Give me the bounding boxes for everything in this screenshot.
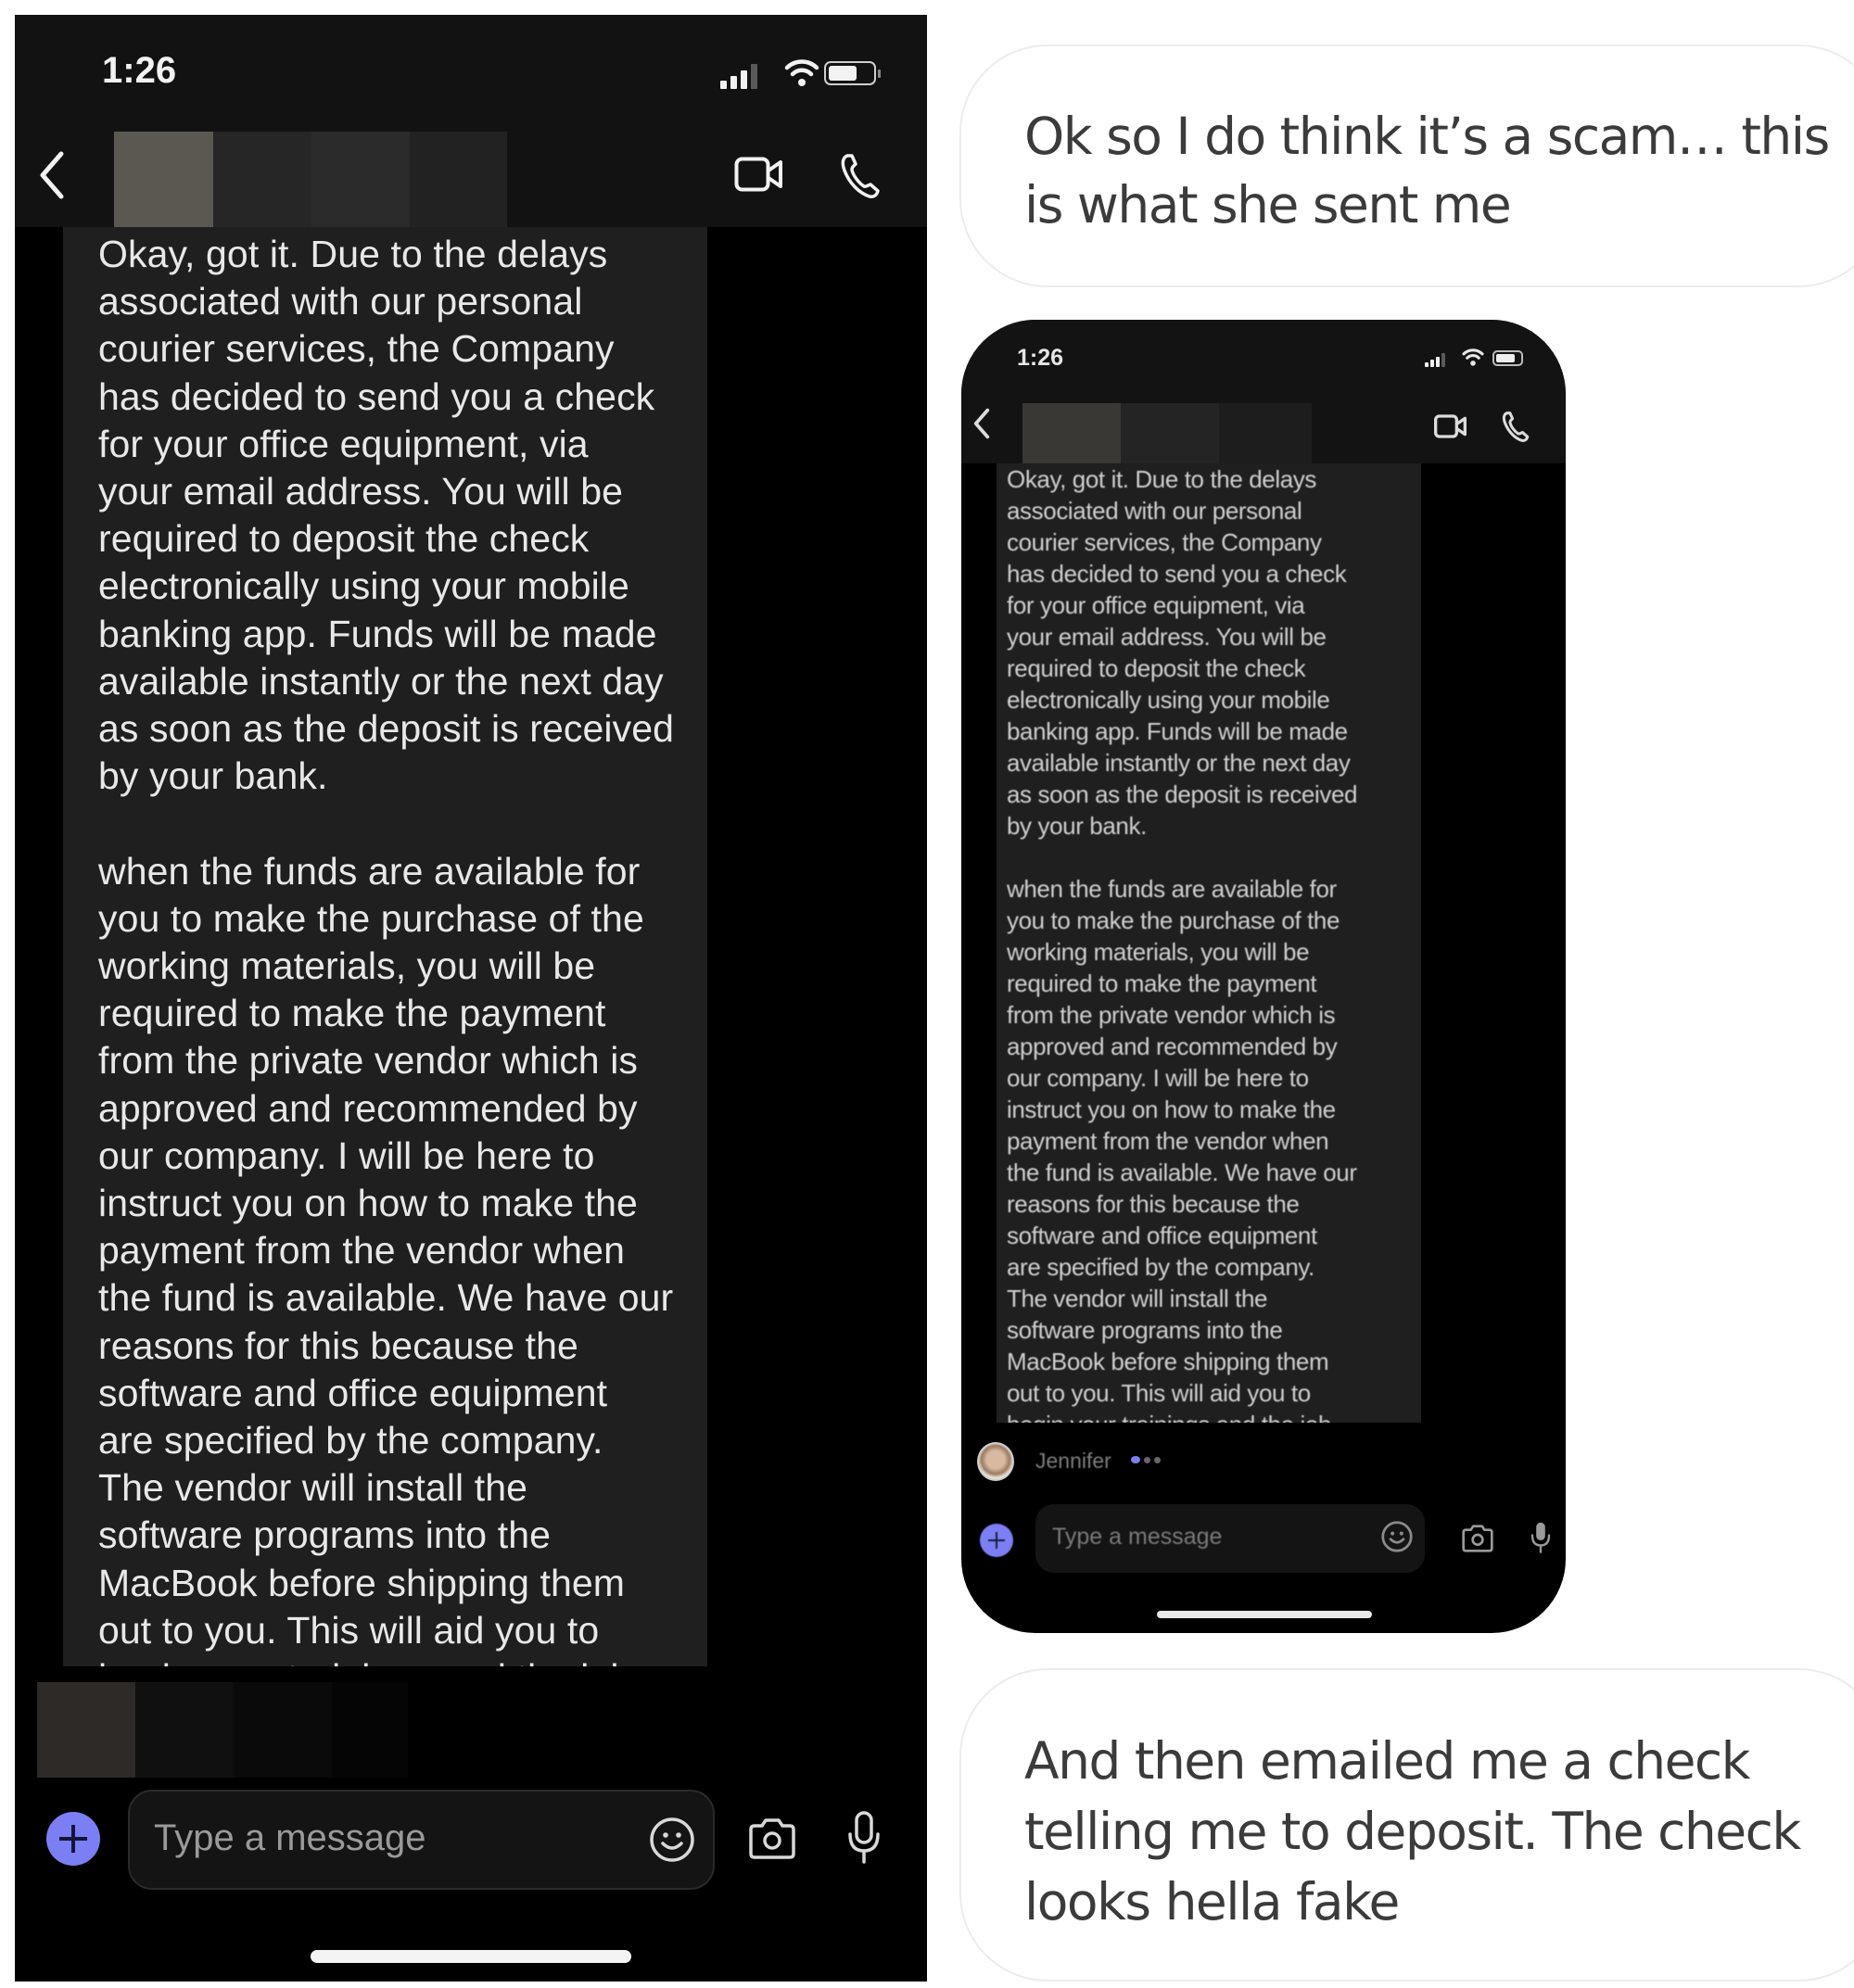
video-call-button[interactable] bbox=[734, 157, 784, 196]
microphone-button[interactable] bbox=[845, 1810, 883, 1870]
message-input-placeholder: Type a message bbox=[154, 1817, 426, 1858]
emoji-button[interactable] bbox=[648, 1816, 696, 1868]
incoming-message-bubble: Okay, got it. Due to the delays associat… bbox=[63, 227, 707, 1666]
sender-name: Jennifer bbox=[1035, 1449, 1111, 1473]
voice-call-button[interactable] bbox=[1502, 411, 1530, 448]
status-time: 1:26 bbox=[1017, 345, 1064, 371]
emoji-button[interactable] bbox=[1380, 1520, 1414, 1558]
video-call-button[interactable] bbox=[1434, 414, 1467, 443]
phone-call-icon bbox=[841, 154, 880, 198]
chat-message-text: Ok so I do think it’s a scam… this is wh… bbox=[1024, 107, 1830, 234]
message-input[interactable]: Type a message bbox=[128, 1790, 715, 1890]
back-button[interactable] bbox=[37, 150, 67, 205]
chevron-left-icon bbox=[973, 408, 990, 439]
plus-button[interactable] bbox=[980, 1524, 1013, 1557]
plus-button[interactable] bbox=[46, 1812, 100, 1866]
redacted-contact-name bbox=[114, 132, 507, 227]
home-indicator bbox=[1157, 1611, 1372, 1618]
redacted-sender bbox=[37, 1682, 408, 1778]
microphone-icon bbox=[848, 1811, 880, 1864]
typing-indicator bbox=[1131, 1456, 1161, 1463]
microphone-button[interactable] bbox=[1530, 1520, 1552, 1560]
video-call-icon bbox=[734, 157, 782, 192]
message-input[interactable]: Type a message bbox=[1035, 1504, 1425, 1573]
emoji-icon bbox=[650, 1817, 694, 1862]
left-phone-screenshot: 1:26 Okay, got it. Due to the delays ass… bbox=[15, 15, 927, 1982]
message-text: Okay, got it. Due to the delays associat… bbox=[1007, 465, 1358, 1423]
status-time: 1:26 bbox=[102, 50, 177, 91]
battery-icon bbox=[824, 61, 881, 85]
message-input-placeholder: Type a message bbox=[1052, 1524, 1223, 1550]
camera-button[interactable] bbox=[747, 1817, 797, 1866]
back-button[interactable] bbox=[972, 408, 991, 444]
embedded-phone-screenshot: 1:26 Okay, got it. Due to the delays ass… bbox=[961, 320, 1566, 1633]
chevron-left-icon bbox=[40, 151, 64, 199]
camera-icon bbox=[1462, 1525, 1493, 1552]
camera-icon bbox=[749, 1818, 795, 1859]
chat-message-text: And then emailed me a check telling me t… bbox=[1024, 1731, 1801, 1931]
chat-message-bubble: And then emailed me a check telling me t… bbox=[959, 1668, 1854, 1982]
message-text: Okay, got it. Due to the delays associat… bbox=[98, 233, 675, 1666]
incoming-message-bubble: Okay, got it. Due to the delays associat… bbox=[997, 463, 1421, 1423]
battery-icon bbox=[1492, 350, 1523, 366]
phone-call-icon bbox=[1502, 412, 1530, 442]
wifi-icon bbox=[1462, 348, 1484, 371]
cellular-signal-icon bbox=[720, 61, 757, 89]
emoji-icon bbox=[1381, 1521, 1413, 1552]
wifi-icon bbox=[784, 57, 819, 92]
voice-call-button[interactable] bbox=[840, 152, 881, 205]
microphone-icon bbox=[1530, 1522, 1551, 1553]
avatar bbox=[977, 1442, 1014, 1481]
cellular-signal-icon bbox=[1425, 352, 1445, 367]
camera-button[interactable] bbox=[1461, 1524, 1494, 1558]
home-indicator bbox=[311, 1950, 631, 1963]
chat-message-bubble: Ok so I do think it’s a scam… this is wh… bbox=[959, 44, 1854, 287]
video-call-icon bbox=[1434, 414, 1467, 438]
